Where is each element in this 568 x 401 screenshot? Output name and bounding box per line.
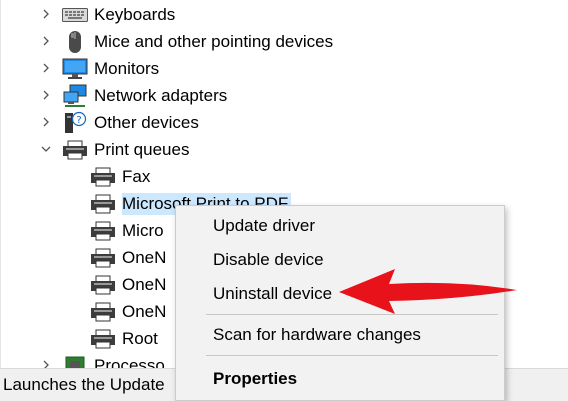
printer-icon: [90, 327, 116, 351]
tree-item-onenote-1[interactable]: OneN: [90, 244, 166, 271]
tree-item-label: Root: [122, 328, 158, 348]
menu-item-scan-hardware[interactable]: Scan for hardware changes: [176, 318, 504, 352]
expand-chevron-icon[interactable]: [40, 62, 52, 74]
monitor-icon: [62, 57, 88, 81]
tree-item-label: OneN: [122, 274, 167, 294]
menu-item-label: Scan for hardware changes: [213, 325, 421, 344]
tree-item-network-adapters[interactable]: Network adapters: [62, 82, 227, 109]
unknown-device-icon: ?: [62, 111, 88, 135]
tree-item-root[interactable]: Root: [90, 325, 158, 352]
collapse-chevron-icon[interactable]: [40, 143, 52, 155]
expand-chevron-icon[interactable]: [40, 35, 52, 47]
printer-icon: [90, 165, 116, 189]
menu-separator: [206, 355, 498, 356]
tree-item-label: Fax: [122, 166, 151, 186]
menu-item-update-driver[interactable]: Update driver: [176, 209, 504, 243]
menu-item-label: Properties: [213, 369, 298, 388]
svg-text:?: ?: [76, 115, 81, 126]
tree-item-label: Network adapters: [94, 85, 228, 105]
tree-item-label: Micro: [122, 220, 164, 240]
tree-item-micro[interactable]: Micro: [90, 217, 164, 244]
network-adapter-icon: [62, 84, 88, 108]
printer-icon: [90, 300, 116, 324]
expand-chevron-icon[interactable]: [40, 8, 52, 20]
tree-item-label: Mice and other pointing devices: [94, 31, 334, 51]
red-arrow-annotation: [339, 269, 517, 314]
tree-left-border: [0, 0, 1, 368]
keyboard-icon: [62, 3, 88, 27]
status-text: Launches the Update: [3, 375, 165, 394]
tree-item-keyboards[interactable]: Keyboards: [62, 1, 175, 28]
tree-item-label: OneN: [122, 247, 167, 267]
tree-item-label: OneN: [122, 301, 167, 321]
tree-item-fax[interactable]: Fax: [90, 163, 150, 190]
printer-icon: [62, 138, 88, 162]
menu-item-label: Uninstall device: [213, 284, 333, 303]
tree-item-onenote-2[interactable]: OneN: [90, 271, 166, 298]
mouse-icon: [62, 30, 88, 54]
tree-item-mice[interactable]: Mice and other pointing devices: [62, 28, 333, 55]
tree-item-label: Print queues: [94, 139, 190, 159]
tree-item-onenote-3[interactable]: OneN: [90, 298, 166, 325]
printer-icon: [90, 246, 116, 270]
expand-chevron-icon[interactable]: [40, 116, 52, 128]
menu-item-label: Update driver: [213, 216, 316, 235]
tree-item-monitors[interactable]: Monitors: [62, 55, 159, 82]
printer-icon: [90, 219, 116, 243]
expand-chevron-icon[interactable]: [40, 89, 52, 101]
menu-item-label: Disable device: [213, 250, 324, 269]
tree-item-label: Monitors: [94, 58, 160, 78]
tree-item-other-devices[interactable]: ? Other devices: [62, 109, 199, 136]
menu-item-properties[interactable]: Properties: [176, 362, 504, 396]
printer-icon: [90, 273, 116, 297]
printer-icon: [90, 192, 116, 216]
tree-item-print-queues[interactable]: Print queues: [62, 136, 189, 163]
tree-item-label: Keyboards: [94, 4, 176, 24]
tree-item-label: Other devices: [94, 112, 199, 132]
